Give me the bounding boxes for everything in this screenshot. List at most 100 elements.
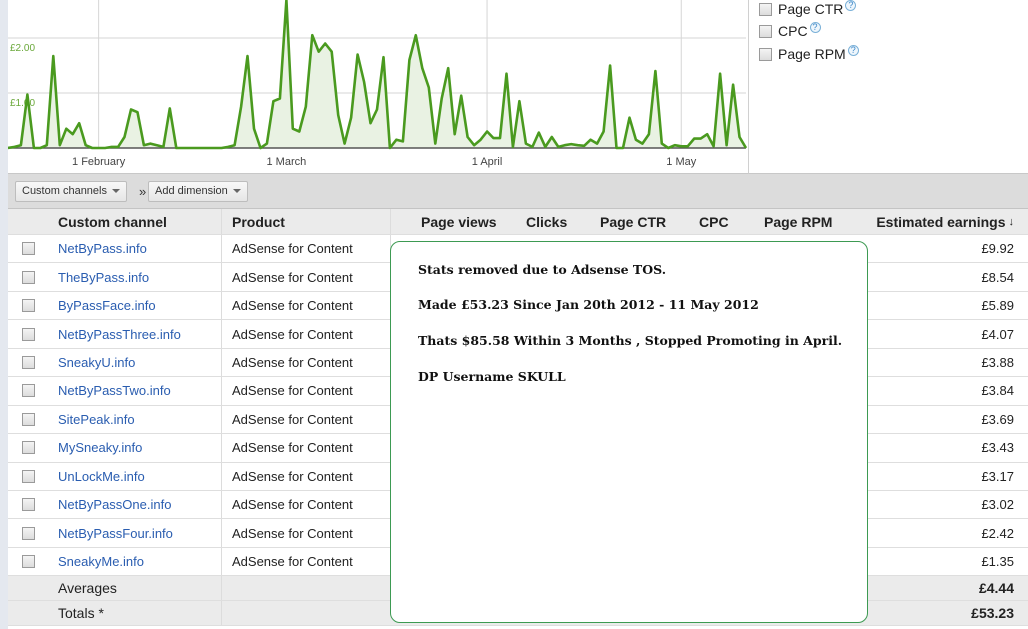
- row-checkbox[interactable]: [22, 235, 35, 262]
- x-tick-label: 1 February: [72, 156, 126, 168]
- row-checkbox[interactable]: [22, 463, 35, 490]
- channel-link[interactable]: SitePeak.info: [58, 406, 135, 433]
- note-line: Stats removed due to Adsense TOS.: [418, 262, 667, 277]
- checkbox[interactable]: [22, 242, 35, 256]
- x-tick-label: 1 March: [266, 156, 306, 168]
- checkbox[interactable]: [22, 412, 35, 426]
- row-checkbox[interactable]: [22, 349, 35, 376]
- chart-svg: £1.00 £2.00 1 February 1 March 1 April 1 May: [8, 0, 748, 168]
- checkbox[interactable]: [759, 2, 772, 16]
- totals-earnings: £53.23: [971, 605, 1014, 622]
- checkbox[interactable]: [22, 469, 35, 483]
- header-product[interactable]: Product: [221, 209, 391, 234]
- averages-label: Averages: [58, 580, 117, 597]
- earnings-cell: £9.92: [981, 241, 1014, 257]
- page-edge: [0, 0, 8, 629]
- note-line: DP Username SKULL: [418, 369, 566, 384]
- metric-cpc[interactable]: CPC ?: [759, 21, 821, 39]
- product-cell: AdSense for Content: [221, 263, 391, 291]
- product-cell: [221, 576, 391, 601]
- row-checkbox[interactable]: [22, 263, 35, 290]
- row-checkbox[interactable]: [22, 320, 35, 347]
- column-divider: [390, 209, 391, 234]
- row-checkbox[interactable]: [22, 434, 35, 461]
- row-checkbox[interactable]: [22, 292, 35, 319]
- header-label: Estimated earnings: [876, 213, 1006, 230]
- metric-options: Page CTR ? CPC ? Page RPM ?: [748, 0, 1028, 174]
- channel-link[interactable]: UnLockMe.info: [58, 463, 145, 490]
- row-checkbox[interactable]: [22, 377, 35, 404]
- earnings-cell: £5.89: [981, 298, 1014, 314]
- metric-label: Page CTR: [778, 1, 844, 17]
- help-icon[interactable]: ?: [809, 21, 821, 33]
- product-cell: AdSense for Content: [221, 348, 391, 377]
- custom-channels-dropdown[interactable]: Custom channels: [15, 181, 127, 202]
- sort-desc-icon: ↓: [1008, 215, 1015, 228]
- x-tick-label: 1 May: [666, 156, 696, 168]
- channel-link[interactable]: NetByPass.info: [58, 235, 147, 262]
- row-checkbox[interactable]: [22, 519, 35, 546]
- earnings-cell: £3.84: [981, 383, 1014, 399]
- add-dimension-dropdown[interactable]: Add dimension: [148, 181, 248, 202]
- product-cell: AdSense for Content: [221, 519, 391, 547]
- dropdown-label: Add dimension: [155, 185, 228, 197]
- header-estimated-earnings[interactable]: Estimated earnings ↓: [876, 209, 1014, 234]
- checkbox[interactable]: [22, 441, 35, 455]
- header-custom-channel[interactable]: Custom channel: [58, 209, 167, 234]
- earnings-cell: £3.88: [981, 354, 1014, 370]
- checkbox[interactable]: [759, 24, 772, 38]
- product-cell: AdSense for Content: [221, 434, 391, 462]
- y-tick-label: £1.00: [10, 98, 35, 109]
- product-cell: AdSense for Content: [221, 547, 391, 576]
- product-cell: AdSense for Content: [221, 377, 391, 405]
- chevron-down-icon: [112, 189, 120, 194]
- header-page-rpm[interactable]: Page RPM: [764, 209, 832, 234]
- checkbox[interactable]: [22, 327, 35, 341]
- row-checkbox[interactable]: [22, 491, 35, 518]
- header-page-ctr[interactable]: Page CTR: [600, 209, 666, 234]
- area-fill: [8, 0, 746, 148]
- checkbox[interactable]: [759, 47, 772, 61]
- earnings-cell: £3.69: [981, 411, 1014, 427]
- header-page-views[interactable]: Page views: [421, 209, 497, 234]
- product-cell: AdSense for Content: [221, 405, 391, 434]
- row-checkbox[interactable]: [22, 406, 35, 433]
- checkbox[interactable]: [22, 555, 35, 569]
- help-icon[interactable]: ?: [845, 0, 857, 11]
- dropdown-label: Custom channels: [22, 185, 107, 197]
- earnings-cell: £3.43: [981, 440, 1014, 456]
- channel-link[interactable]: MySneaky.info: [58, 434, 142, 461]
- metric-page-ctr[interactable]: Page CTR ?: [759, 0, 857, 17]
- channel-link[interactable]: SneakyU.info: [58, 349, 135, 376]
- channel-link[interactable]: ByPassFace.info: [58, 292, 156, 319]
- product-cell: AdSense for Content: [221, 235, 391, 263]
- earnings-cell: £4.07: [981, 326, 1014, 342]
- checkbox[interactable]: [22, 498, 35, 512]
- checkbox[interactable]: [22, 384, 35, 398]
- channel-link[interactable]: NetByPassTwo.info: [58, 377, 171, 404]
- channel-link[interactable]: TheByPass.info: [58, 263, 149, 290]
- channel-link[interactable]: SneakyMe.info: [58, 548, 144, 575]
- metric-label: CPC: [778, 23, 808, 39]
- header-cpc[interactable]: CPC: [699, 209, 729, 234]
- row-checkbox[interactable]: [22, 548, 35, 575]
- channel-link[interactable]: NetByPassOne.info: [58, 491, 171, 518]
- note-line: Made £53.23 Since Jan 20th 2012 - 11 May…: [418, 297, 759, 312]
- x-tick-label: 1 April: [472, 156, 503, 168]
- header-clicks[interactable]: Clicks: [526, 209, 567, 234]
- product-cell: AdSense for Content: [221, 490, 391, 519]
- checkbox[interactable]: [22, 355, 35, 369]
- earnings-chart: £1.00 £2.00 1 February 1 March 1 April 1 May: [8, 0, 748, 174]
- chevron-down-icon: [232, 189, 241, 194]
- channel-link[interactable]: NetByPassThree.info: [58, 320, 181, 347]
- channel-link[interactable]: NetByPassFour.info: [58, 519, 173, 546]
- metric-page-rpm[interactable]: Page RPM ?: [759, 44, 859, 62]
- checkbox[interactable]: [22, 526, 35, 540]
- help-icon[interactable]: ?: [847, 44, 859, 56]
- checkbox[interactable]: [22, 270, 35, 284]
- checkbox[interactable]: [22, 299, 35, 313]
- separator: »: [139, 184, 147, 199]
- metric-label: Page RPM: [778, 46, 846, 62]
- y-tick-label: £2.00: [10, 43, 35, 54]
- earnings-cell: £1.35: [981, 554, 1014, 570]
